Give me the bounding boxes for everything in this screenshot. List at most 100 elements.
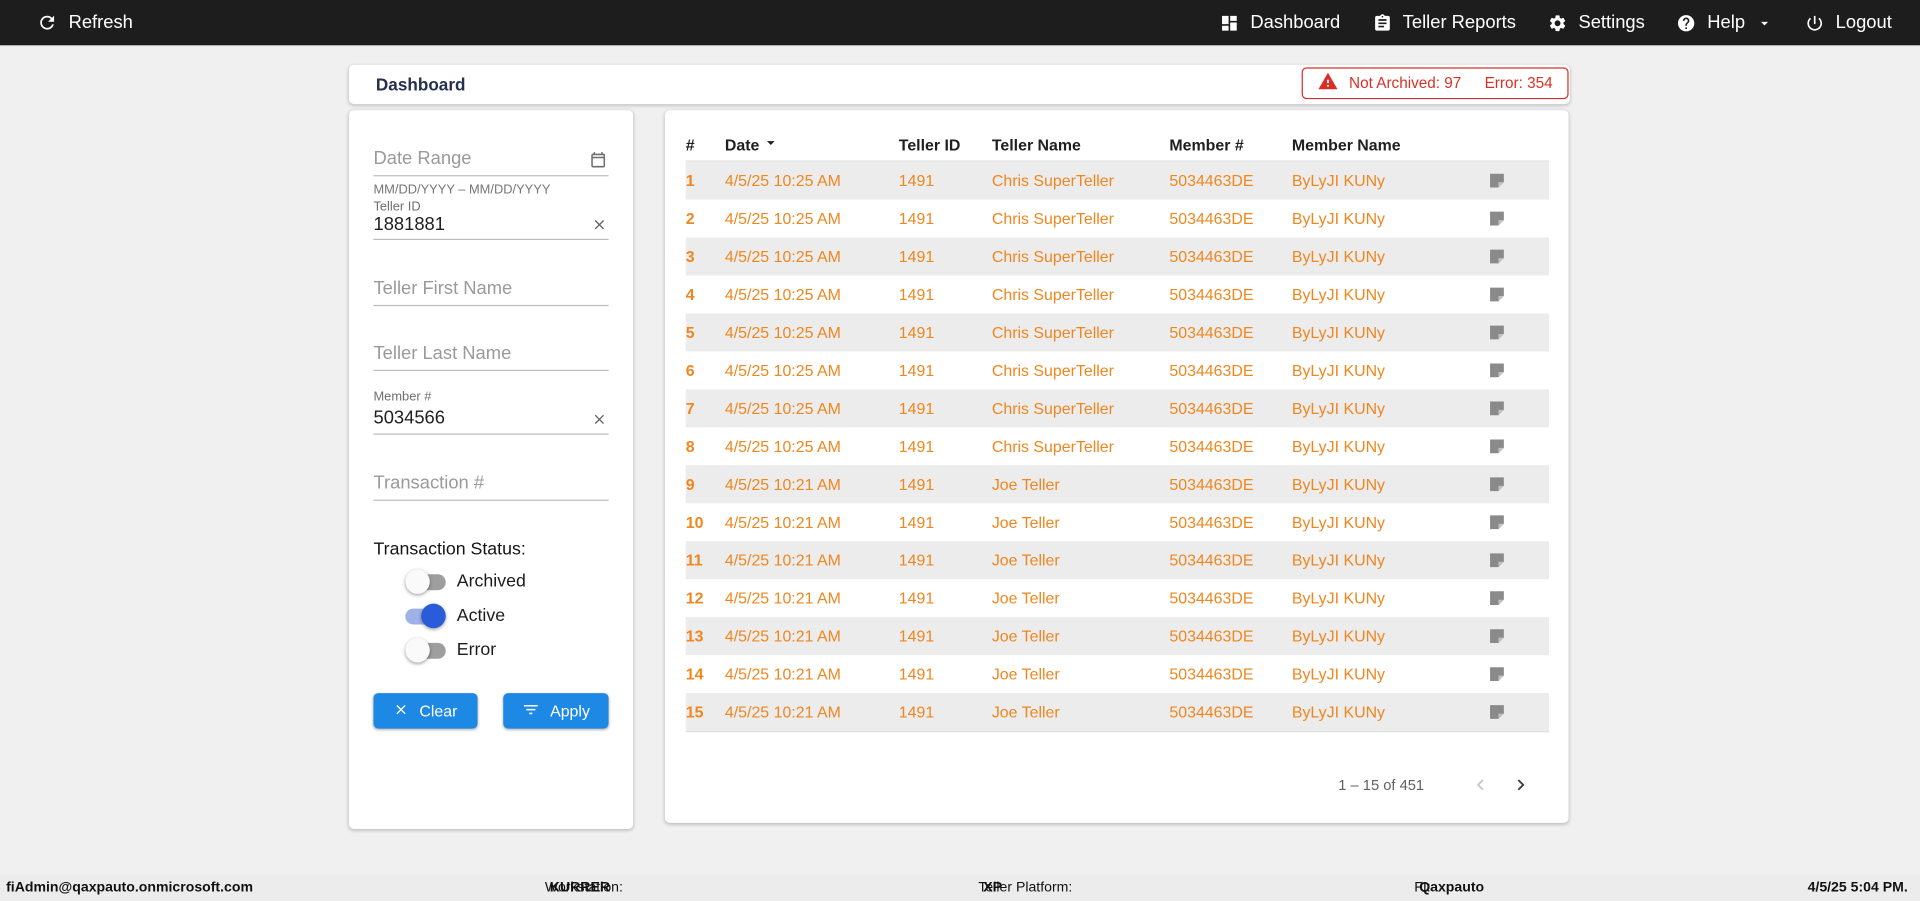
note-cell <box>1488 247 1549 265</box>
cell-teller-name: Joe Teller <box>991 626 1060 646</box>
clear-teller-id-icon[interactable] <box>591 217 607 233</box>
close-icon <box>394 701 410 721</box>
cell-member-name: ByLyJI KUNy <box>1291 285 1386 304</box>
note-cell <box>1488 475 1549 493</box>
column-header-date[interactable]: Date <box>725 133 899 155</box>
table-row[interactable]: 6 4/5/25 10:25 AM 1491 Chris SuperTeller 503… <box>686 351 1549 389</box>
row-number: 13 <box>685 626 704 646</box>
row-number: 10 <box>685 513 704 532</box>
refresh-button[interactable]: Refresh <box>37 12 133 33</box>
date-range-input[interactable] <box>373 148 582 169</box>
note-button[interactable] <box>1488 361 1506 379</box>
page-title: Dashboard <box>375 74 466 95</box>
row-number: 7 <box>685 399 695 418</box>
archived-toggle[interactable] <box>405 569 446 594</box>
note-button[interactable] <box>1488 285 1506 303</box>
note-button[interactable] <box>1488 475 1506 493</box>
calendar-icon[interactable] <box>589 151 607 169</box>
note-button[interactable] <box>1488 323 1506 341</box>
note-button[interactable] <box>1488 209 1506 227</box>
teller-first-name-input[interactable] <box>373 277 582 299</box>
table-row[interactable]: 12 4/5/25 10:21 AM 1491 Joe Teller 5034463DE… <box>686 579 1549 617</box>
note-button[interactable] <box>1488 437 1506 455</box>
gear-icon <box>1548 13 1568 33</box>
error-toggle[interactable] <box>405 637 446 663</box>
clear-member-number-icon[interactable] <box>591 411 607 427</box>
note-button[interactable] <box>1488 627 1506 645</box>
transaction-number-input[interactable] <box>373 472 582 494</box>
cell-member-number: 5034463DE <box>1169 475 1254 494</box>
note-button[interactable] <box>1488 665 1506 683</box>
power-icon <box>1805 13 1825 33</box>
table-row[interactable]: 13 4/5/25 10:21 AM 1491 Joe Teller 5034463DE… <box>685 617 1549 656</box>
cell-member-name: ByLyJI KUNy <box>1291 475 1386 494</box>
note-icon <box>1490 325 1504 340</box>
filter-buttons: Clear Apply <box>373 693 609 729</box>
previous-page-button[interactable] <box>1469 774 1491 796</box>
table-row[interactable]: 4 4/5/25 10:25 AM 1491 Chris SuperTeller 503… <box>686 276 1549 314</box>
member-number-input[interactable] <box>373 407 582 429</box>
cell-date: 4/5/25 10:21 AM <box>724 588 841 608</box>
note-cell <box>1488 209 1549 227</box>
teller-first-name-field <box>373 272 609 307</box>
next-page-button[interactable] <box>1510 774 1532 796</box>
table-row[interactable]: 9 4/5/25 10:21 AM 1491 Joe Teller 5034463DE B… <box>685 465 1549 504</box>
row-number: 5 <box>685 323 695 342</box>
column-header-member-name: Member Name <box>1291 135 1401 154</box>
note-button[interactable] <box>1488 171 1506 189</box>
nav-help[interactable]: Help <box>1677 12 1774 33</box>
apply-button[interactable]: Apply <box>503 693 609 729</box>
column-header-member-number: Member # <box>1169 135 1244 154</box>
teller-id-input[interactable] <box>373 214 582 236</box>
table-row[interactable]: 1 4/5/25 10:25 AM 1491 Chris SuperTeller 503… <box>685 161 1549 200</box>
note-button[interactable] <box>1488 247 1506 265</box>
teller-last-name-input[interactable] <box>373 342 582 364</box>
active-toggle-label: Active <box>456 606 506 626</box>
app-root: Refresh Dashboard Teller Reports Setting… <box>0 0 1920 901</box>
note-icon <box>1490 439 1504 454</box>
note-icon <box>1490 705 1504 719</box>
note-button[interactable] <box>1488 551 1506 569</box>
platform-info: Teller Platform: XP <box>978 874 1072 901</box>
cell-teller-id: 1491 <box>898 664 935 684</box>
fi-info: FI: Qaxpauto <box>1414 874 1484 901</box>
transactions-table-card: # Date Teller ID Teller Name Member # Me… <box>664 110 1569 823</box>
cell-date: 4/5/25 10:25 AM <box>724 361 841 380</box>
table-row[interactable]: 8 4/5/25 10:25 AM 1491 Chris SuperTeller 503… <box>686 427 1549 465</box>
clear-button[interactable]: Clear <box>373 693 478 729</box>
cell-date: 4/5/25 10:21 AM <box>724 475 841 494</box>
table-row[interactable]: 10 4/5/25 10:21 AM 1491 Joe Teller 5034463DE… <box>686 503 1549 541</box>
row-number: 15 <box>685 702 704 722</box>
cell-teller-name: Joe Teller <box>991 588 1060 608</box>
cell-teller-name: Joe Teller <box>991 475 1060 494</box>
note-cell <box>1488 551 1549 569</box>
nav-settings-label: Settings <box>1578 12 1645 34</box>
table-row[interactable]: 5 4/5/25 10:25 AM 1491 Chris SuperTeller 503… <box>685 313 1549 352</box>
nav-dashboard-label: Dashboard <box>1250 12 1341 34</box>
chevron-down-icon <box>1756 14 1773 31</box>
nav-dashboard[interactable]: Dashboard <box>1220 12 1340 33</box>
note-button[interactable] <box>1488 513 1506 531</box>
active-toggle[interactable] <box>405 603 446 629</box>
table-row[interactable]: 11 4/5/25 10:21 AM 1491 Joe Teller 5034463DE… <box>685 541 1549 580</box>
nav-logout[interactable]: Logout <box>1805 12 1892 33</box>
table-row[interactable]: 14 4/5/25 10:21 AM 1491 Joe Teller 5034463DE… <box>686 655 1549 693</box>
row-number: 2 <box>685 209 695 228</box>
cell-member-number: 5034463DE <box>1169 551 1254 570</box>
note-icon <box>1490 173 1504 188</box>
row-number: 4 <box>685 285 695 304</box>
note-button[interactable] <box>1488 589 1506 607</box>
table-row[interactable]: 3 4/5/25 10:25 AM 1491 Chris SuperTeller 503… <box>685 237 1549 276</box>
nav-settings[interactable]: Settings <box>1548 12 1645 33</box>
note-button[interactable] <box>1488 703 1506 721</box>
date-range-hint: MM/DD/YYYY – MM/DD/YYYY <box>373 182 551 198</box>
nav-teller-reports[interactable]: Teller Reports <box>1372 12 1516 33</box>
table-row[interactable]: 2 4/5/25 10:25 AM 1491 Chris SuperTeller 503… <box>686 200 1549 238</box>
toggle-thumb <box>405 569 430 594</box>
note-cell <box>1488 399 1549 417</box>
note-button[interactable] <box>1488 399 1506 417</box>
cell-member-name: ByLyJI KUNy <box>1291 626 1386 646</box>
table-row[interactable]: 15 4/5/25 10:21 AM 1491 Joe Teller 5034463DE… <box>685 693 1549 732</box>
cell-teller-id: 1491 <box>898 513 935 532</box>
table-row[interactable]: 7 4/5/25 10:25 AM 1491 Chris SuperTeller 503… <box>685 389 1549 428</box>
